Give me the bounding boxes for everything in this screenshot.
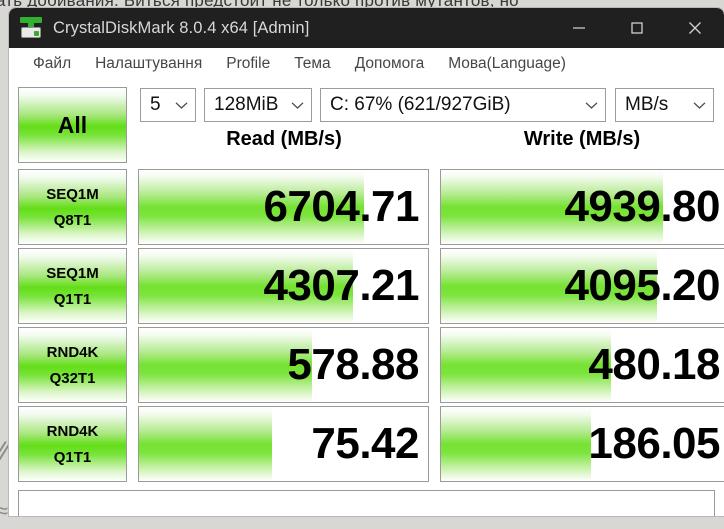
menu-item-theme[interactable]: Тема (282, 52, 343, 77)
column-header-read: Read (MB/s) (226, 128, 342, 150)
results-table: SEQ1M Q8T1 6704.71 4939.80 SEQ1M Q1T1 43… (18, 169, 724, 484)
read-bar-fill (139, 328, 313, 402)
read-value: 4307.21 (263, 261, 419, 310)
menu-item-profile[interactable]: Profile (214, 52, 282, 77)
write-result-rnd4k-q1t1[interactable]: 186.05 (440, 406, 724, 482)
desktop-decoration-left: ⁄⁄ (0, 436, 9, 469)
test-label-line1: RND4K (46, 422, 99, 440)
menu-bar: Файл Налаштування Profile Тема Допомога … (9, 48, 724, 81)
maximize-icon (631, 22, 643, 34)
chevron-down-icon (683, 101, 706, 110)
toolbar-controls: 5 128MiB C: 67% (621/927GiB) MB/s Read (… (140, 87, 724, 151)
maximize-button[interactable] (608, 8, 666, 48)
test-label-line2: Q1T1 (53, 290, 92, 308)
table-row: RND4K Q1T1 75.42 186.05 (18, 406, 724, 484)
test-size-value: 128MiB (214, 94, 279, 115)
crystaldiskmark-window: CrystalDiskMark 8.0.4 x64 [Admin] Файл Н… (9, 8, 724, 516)
table-row: SEQ1M Q8T1 6704.71 4939.80 (18, 169, 724, 247)
menu-item-file[interactable]: Файл (21, 52, 83, 77)
close-button[interactable] (666, 8, 724, 48)
desktop-decoration-bottomleft: ≈ (0, 498, 9, 523)
read-result-rnd4k-q1t1[interactable]: 75.42 (138, 406, 429, 482)
read-result-seq1m-q1t1[interactable]: 4307.21 (138, 248, 429, 324)
unit-value: MB/s (625, 94, 669, 115)
screen: ать добивания. Биться предстоит не тольк… (0, 0, 724, 529)
close-icon (689, 22, 701, 34)
test-label-rnd4k-q1t1[interactable]: RND4K Q1T1 (18, 406, 127, 482)
test-label-line1: SEQ1M (46, 185, 99, 203)
read-result-rnd4k-q32t1[interactable]: 578.88 (138, 327, 429, 403)
menu-item-language[interactable]: Мова(Language) (436, 52, 578, 77)
column-headers: Read (MB/s) Write (MB/s) (140, 128, 724, 151)
toolbar-selects-row: 5 128MiB C: 67% (621/927GiB) MB/s (140, 87, 724, 123)
read-value: 578.88 (287, 340, 419, 389)
test-count-value: 5 (150, 94, 161, 115)
menu-item-help[interactable]: Допомога (343, 52, 437, 77)
menu-item-settings[interactable]: Налаштування (83, 52, 214, 77)
test-size-select[interactable]: 128MiB (204, 88, 312, 122)
write-bar-fill (441, 328, 611, 402)
toolbar: All 5 128MiB C: 67% (621/927GiB) MB/s Re… (18, 87, 715, 167)
test-label-line1: SEQ1M (46, 264, 99, 282)
test-count-select[interactable]: 5 (140, 88, 196, 122)
test-label-line1: RND4K (46, 343, 99, 361)
write-value: 480.18 (588, 340, 720, 389)
test-label-line2: Q32T1 (49, 369, 96, 387)
disk-drive-icon (20, 17, 42, 39)
table-row: RND4K Q32T1 578.88 480.18 (18, 327, 724, 405)
write-result-seq1m-q1t1[interactable]: 4095.20 (440, 248, 724, 324)
test-label-seq1m-q8t1[interactable]: SEQ1M Q8T1 (18, 169, 127, 245)
write-value: 4939.80 (564, 182, 720, 231)
write-value: 186.05 (588, 419, 720, 468)
test-label-line2: Q8T1 (53, 211, 92, 229)
comment-field[interactable] (18, 490, 715, 516)
unit-select[interactable]: MB/s (615, 88, 714, 122)
run-all-button[interactable]: All (18, 87, 127, 163)
read-bar-fill (139, 407, 272, 481)
read-result-seq1m-q8t1[interactable]: 6704.71 (138, 169, 429, 245)
minimize-icon (573, 27, 585, 29)
table-row: SEQ1M Q1T1 4307.21 4095.20 (18, 248, 724, 326)
drive-value: C: 67% (621/927GiB) (330, 94, 511, 115)
window-title: CrystalDiskMark 8.0.4 x64 [Admin] (53, 18, 310, 37)
test-label-seq1m-q1t1[interactable]: SEQ1M Q1T1 (18, 248, 127, 324)
title-bar[interactable]: CrystalDiskMark 8.0.4 x64 [Admin] (9, 8, 724, 48)
drive-select[interactable]: C: 67% (621/927GiB) (320, 88, 606, 122)
write-result-rnd4k-q32t1[interactable]: 480.18 (440, 327, 724, 403)
minimize-button[interactable] (550, 8, 608, 48)
write-bar-fill (441, 407, 591, 481)
write-result-seq1m-q8t1[interactable]: 4939.80 (440, 169, 724, 245)
write-value: 4095.20 (564, 261, 720, 310)
read-value: 6704.71 (263, 182, 419, 231)
chevron-down-icon (281, 101, 304, 110)
test-label-rnd4k-q32t1[interactable]: RND4K Q32T1 (18, 327, 127, 403)
chevron-down-icon (165, 101, 188, 110)
chevron-down-icon (575, 101, 598, 110)
read-value: 75.42 (311, 419, 419, 468)
column-header-write: Write (MB/s) (523, 128, 641, 150)
window-content: All 5 128MiB C: 67% (621/927GiB) MB/s Re… (9, 81, 724, 516)
test-label-line2: Q1T1 (53, 448, 92, 466)
